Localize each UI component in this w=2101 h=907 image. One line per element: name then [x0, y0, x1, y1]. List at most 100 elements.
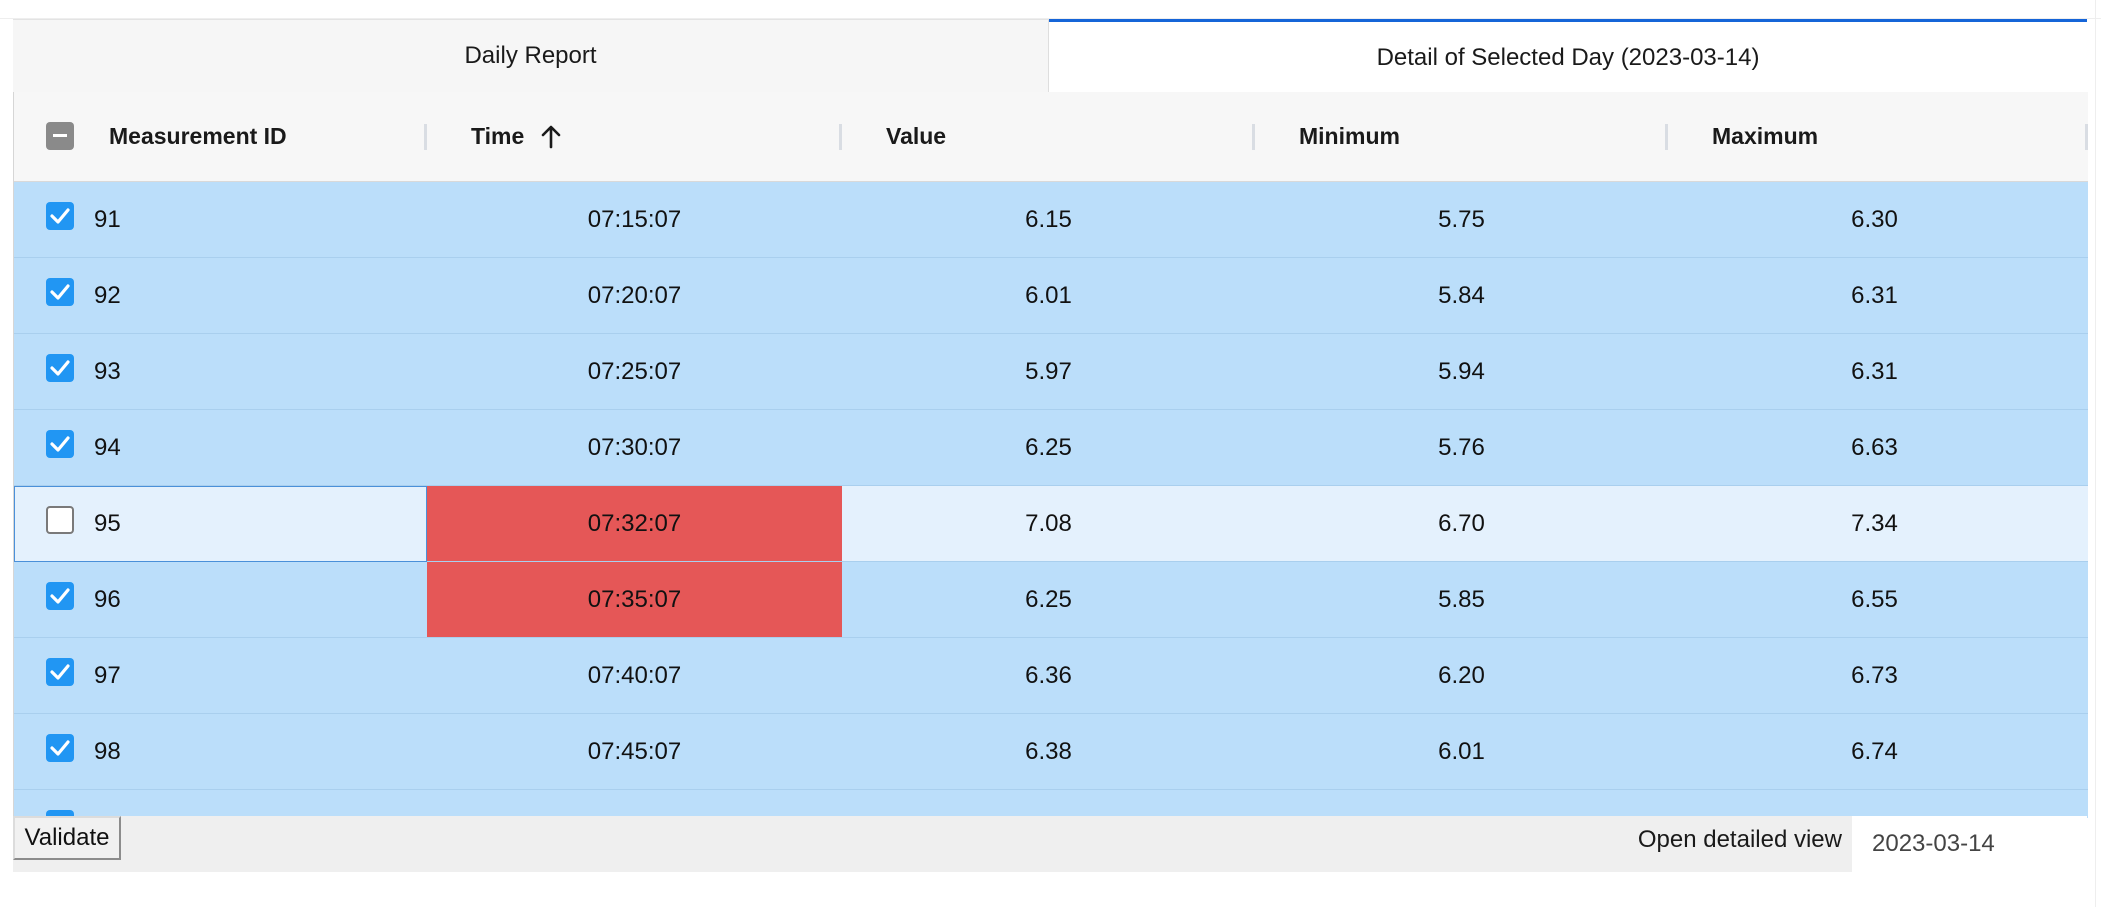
- cell-time[interactable]: 07:32:07: [427, 486, 842, 561]
- cell-time[interactable]: 07:30:07: [427, 410, 842, 485]
- row-checkbox[interactable]: [46, 506, 74, 534]
- cell-minimum[interactable]: 5.85: [1255, 562, 1668, 637]
- table-row[interactable]: 98 07:45:07 6.38 6.01 6.74: [14, 714, 2088, 790]
- cell-time[interactable]: 07:45:07: [427, 714, 842, 789]
- column-resize-handle[interactable]: [2085, 124, 2088, 150]
- row-checkbox[interactable]: [46, 430, 74, 458]
- column-header-time[interactable]: Time: [427, 92, 842, 181]
- row-checkbox[interactable]: [46, 278, 74, 306]
- date-field[interactable]: [1852, 816, 2087, 872]
- checkmark-icon: [50, 284, 70, 300]
- cell-id[interactable]: 98: [94, 714, 427, 789]
- table-row[interactable]: 94 07:30:07 6.25 5.76 6.63: [14, 410, 2088, 486]
- cell-maximum[interactable]: 6.30: [1668, 182, 2081, 257]
- cell-id[interactable]: 96: [94, 562, 427, 637]
- checkmark-icon: [50, 436, 70, 452]
- cell-maximum[interactable]: 6.55: [1668, 562, 2081, 637]
- table-row[interactable]: 95 07:32:07 7.08 6.70 7.34: [14, 486, 2088, 562]
- cell-time[interactable]: 07:40:07: [427, 638, 842, 713]
- cell-text: 97: [94, 661, 121, 689]
- cell-maximum[interactable]: 6.31: [1668, 334, 2081, 409]
- cell-id[interactable]: 91: [94, 182, 427, 257]
- cell-value[interactable]: 6.01: [842, 258, 1255, 333]
- cell-text: 6.25: [1025, 585, 1072, 613]
- validate-button[interactable]: Validate: [13, 816, 121, 860]
- cell-minimum[interactable]: 6.70: [1255, 486, 1668, 561]
- cell-text: 07:25:07: [587, 357, 682, 385]
- table-row[interactable]: 93 07:25:07 5.97 5.94 6.31: [14, 334, 2088, 410]
- cell-maximum[interactable]: 7.34: [1668, 486, 2081, 561]
- cell-id[interactable]: 97: [94, 638, 427, 713]
- column-header-label: Time: [471, 123, 525, 149]
- cell-text: 98: [94, 737, 121, 765]
- table-row[interactable]: 97 07:40:07 6.36 6.20 6.73: [14, 638, 2088, 714]
- tab-bar: Daily Report Detail of Selected Day (202…: [13, 19, 2087, 93]
- cell-id[interactable]: 93: [94, 334, 427, 409]
- cell-time[interactable]: 07:20:07: [427, 258, 842, 333]
- cell-text: 5.97: [1025, 357, 1072, 385]
- app-window: Daily Report Detail of Selected Day (202…: [0, 0, 2101, 907]
- column-header-label: Maximum: [1712, 123, 1819, 149]
- row-checkbox[interactable]: [46, 658, 74, 686]
- select-all-checkbox[interactable]: [46, 122, 74, 150]
- column-header-maximum[interactable]: Maximum: [1668, 92, 2088, 181]
- cell-text: 6.70: [1438, 509, 1485, 537]
- table-row[interactable]: 92 07:20:07 6.01 5.84 6.31: [14, 258, 2088, 334]
- row-checkbox[interactable]: [46, 354, 74, 382]
- cell-text: 07:32:07: [587, 509, 682, 537]
- cell-maximum[interactable]: 6.63: [1668, 410, 2081, 485]
- cell-id[interactable]: [94, 790, 427, 818]
- column-header-minimum[interactable]: Minimum: [1255, 92, 1668, 181]
- row-checkbox[interactable]: [46, 734, 74, 762]
- checkmark-icon: [50, 740, 70, 756]
- arrow-up-icon: [541, 125, 561, 148]
- cell-time[interactable]: 07:35:07: [427, 562, 842, 637]
- cell-time[interactable]: 07:15:07: [427, 182, 842, 257]
- row-checkbox[interactable]: [46, 582, 74, 610]
- cell-text: 94: [94, 433, 121, 461]
- cell-maximum[interactable]: [1668, 790, 2081, 818]
- tab-detail-selected-day-label: Detail of Selected Day (2023-03-14): [1376, 43, 1760, 71]
- cell-text: 6.31: [1851, 281, 1898, 309]
- cell-text: 07:30:07: [587, 433, 682, 461]
- cell-value[interactable]: 7.08: [842, 486, 1255, 561]
- cell-value[interactable]: 5.97: [842, 334, 1255, 409]
- cell-value[interactable]: 6.25: [842, 410, 1255, 485]
- cell-value[interactable]: 6.25: [842, 562, 1255, 637]
- cell-minimum[interactable]: 6.20: [1255, 638, 1668, 713]
- table-row[interactable]: 96 07:35:07 6.25 5.85 6.55: [14, 562, 2088, 638]
- cell-minimum[interactable]: [1255, 790, 1668, 818]
- cell-time[interactable]: [427, 790, 842, 818]
- cell-maximum[interactable]: 6.73: [1668, 638, 2081, 713]
- tab-daily-report[interactable]: Daily Report: [13, 20, 1049, 93]
- cell-value[interactable]: 6.15: [842, 182, 1255, 257]
- cell-value[interactable]: [842, 790, 1255, 818]
- cell-minimum[interactable]: 5.75: [1255, 182, 1668, 257]
- column-header-value[interactable]: Value: [842, 92, 1255, 181]
- column-header-measurement-id[interactable]: Measurement ID: [109, 92, 427, 181]
- row-checkbox[interactable]: [46, 202, 74, 230]
- cell-text: 96: [94, 585, 121, 613]
- cell-maximum[interactable]: 6.31: [1668, 258, 2081, 333]
- cell-minimum[interactable]: 6.01: [1255, 714, 1668, 789]
- cell-value[interactable]: 6.36: [842, 638, 1255, 713]
- cell-maximum[interactable]: 6.74: [1668, 714, 2081, 789]
- cell-minimum[interactable]: 5.76: [1255, 410, 1668, 485]
- cell-id[interactable]: 94: [94, 410, 427, 485]
- cell-text: 6.74: [1851, 737, 1898, 765]
- cell-value[interactable]: 6.38: [842, 714, 1255, 789]
- tab-detail-selected-day[interactable]: Detail of Selected Day (2023-03-14): [1049, 19, 2087, 93]
- table-row[interactable]: [14, 790, 2088, 818]
- table-row[interactable]: 91 07:15:07 6.15 5.75 6.30: [14, 182, 2088, 258]
- cell-time[interactable]: 07:25:07: [427, 334, 842, 409]
- cell-id[interactable]: 95: [94, 486, 427, 561]
- cell-id[interactable]: 92: [94, 258, 427, 333]
- cell-text: 6.31: [1851, 357, 1898, 385]
- cell-text: 93: [94, 357, 121, 385]
- cell-minimum[interactable]: 5.84: [1255, 258, 1668, 333]
- cell-text: 5.84: [1438, 281, 1485, 309]
- cell-minimum[interactable]: 5.94: [1255, 334, 1668, 409]
- cell-text: 07:35:07: [587, 585, 682, 613]
- tab-daily-report-label: Daily Report: [464, 42, 597, 69]
- cell-text: 07:40:07: [587, 661, 682, 689]
